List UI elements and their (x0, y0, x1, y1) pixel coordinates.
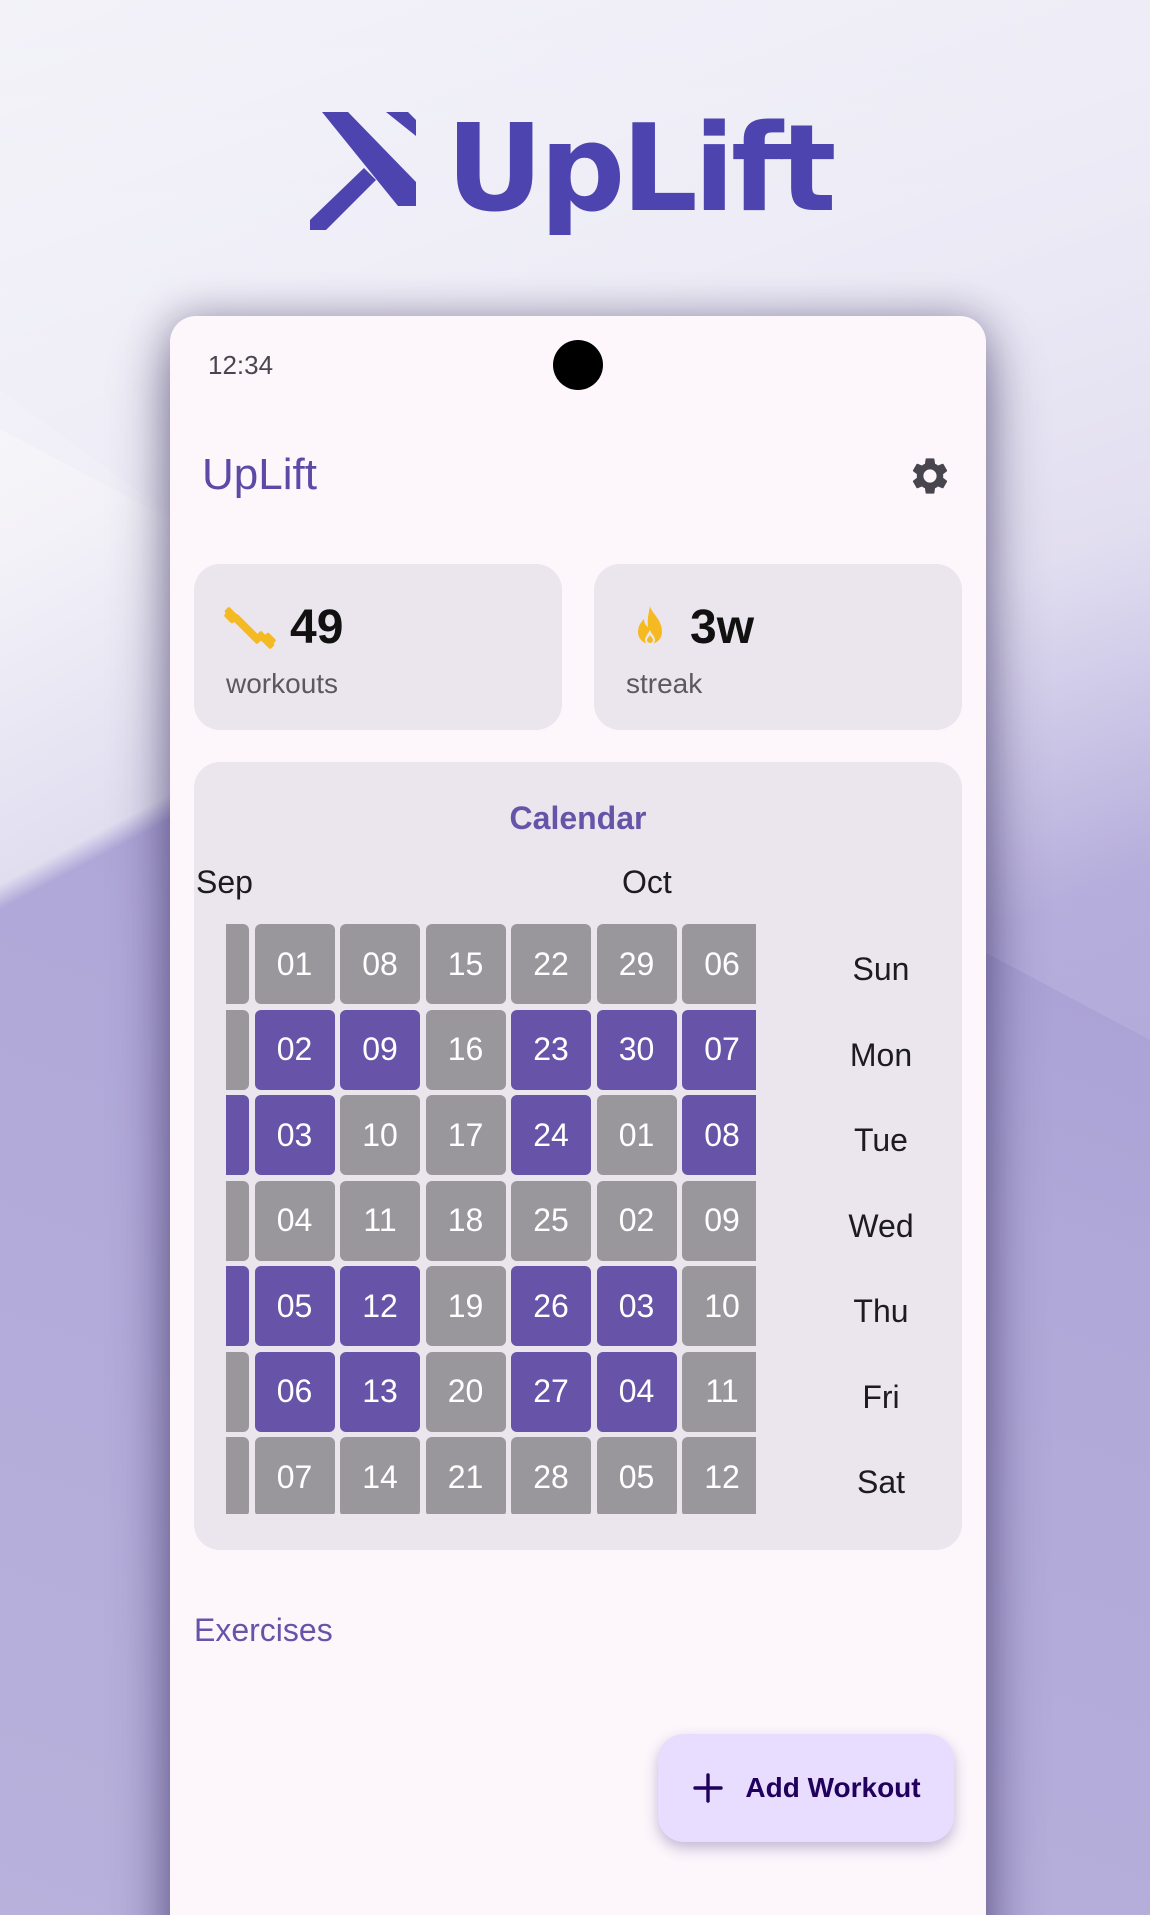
calendar-day-cell[interactable]: 03 (254, 1095, 335, 1175)
calendar-day-cell[interactable]: 02 (596, 1180, 677, 1261)
calendar-day-cell[interactable]: 20 (425, 1351, 506, 1432)
calendar-day-cell[interactable]: 16 (425, 1009, 506, 1090)
calendar-day-cell[interactable]: 06 (254, 1351, 335, 1432)
calendar-day-cell[interactable]: 23 (511, 1009, 591, 1090)
streak-stat-card: 3w streak (594, 564, 962, 730)
streak-value: 3w (690, 601, 755, 654)
calendar-day-cell[interactable]: 28 (226, 1180, 249, 1261)
calendar-day-cell[interactable]: 08 (340, 924, 420, 1004)
plus-icon (693, 1773, 724, 1803)
calendar-day-cell[interactable]: 21 (425, 1437, 506, 1514)
calendar-day-cell[interactable]: 02 (254, 1009, 335, 1090)
add-workout-button[interactable]: Add Workout (658, 1734, 954, 1842)
calendar-day-cell[interactable]: 12 (340, 1266, 420, 1346)
weekday-label: Mon (849, 1036, 913, 1073)
calendar-day-cell[interactable]: 26 (511, 1266, 591, 1346)
calendar-day-cell[interactable]: 04 (596, 1351, 677, 1432)
calendar-day-cell[interactable]: 09 (682, 1180, 756, 1261)
calendar-day-cell[interactable]: 25 (511, 1180, 591, 1261)
weekday-label: Sun (852, 951, 910, 987)
workouts-stat-card: 49 workouts (194, 564, 562, 730)
calendar-day-cell[interactable]: 07 (682, 1009, 756, 1090)
calendar-day-cell[interactable]: 25 (226, 924, 249, 1004)
calendar-day-cell[interactable]: 08 (682, 1095, 756, 1175)
streak-label: streak (626, 668, 703, 699)
workouts-count: 49 (290, 601, 344, 654)
calendar-day-cell[interactable]: 26 (226, 1009, 249, 1090)
brand-name: UpLift (446, 100, 837, 239)
calendar-day-cell[interactable]: 28 (511, 1437, 591, 1514)
gear-icon[interactable] (908, 454, 952, 498)
weekday-label: Wed (848, 1207, 914, 1244)
flame-icon (638, 606, 662, 645)
calendar-day-cell[interactable]: 24 (511, 1095, 591, 1175)
calendar-day-cell[interactable]: 31 (226, 1437, 249, 1514)
calendar-day-cell[interactable]: 27 (226, 1095, 249, 1175)
calendar-day-cell[interactable]: 10 (340, 1095, 420, 1175)
calendar-day-cell[interactable]: 18 (425, 1180, 506, 1261)
weekday-label: Thu (853, 1293, 909, 1329)
exercises-heading: Exercises (194, 1612, 333, 1648)
calendar-grid: 2526272829303101020304050607080910111213… (226, 924, 756, 1514)
calendar-day-cell[interactable]: 10 (682, 1266, 756, 1346)
calendar-day-cell[interactable]: 15 (425, 924, 506, 1004)
calendar-day-cell[interactable]: 30 (596, 1009, 677, 1090)
calendar-day-cell[interactable]: 17 (425, 1095, 506, 1175)
calendar-day-cell[interactable]: 01 (254, 924, 335, 1004)
calendar-day-cell[interactable]: 14 (340, 1437, 420, 1514)
calendar-day-cell[interactable]: 19 (425, 1266, 506, 1346)
app-title: UpLift (202, 450, 317, 499)
calendar-day-cell[interactable]: 03 (596, 1266, 677, 1346)
calendar-day-cell[interactable]: 29 (226, 1266, 249, 1346)
calendar-day-cell[interactable]: 13 (340, 1351, 420, 1432)
calendar-day-cell[interactable]: 22 (511, 924, 591, 1004)
uplift-logo-icon (310, 112, 416, 230)
month-label: Sep (196, 864, 253, 900)
month-label: Oct (622, 864, 672, 900)
calendar-card: Calendar Sep Oct 25262728293031010203040… (194, 762, 962, 1550)
calendar-day-cell[interactable]: 30 (226, 1351, 249, 1432)
dumbbell-icon (224, 607, 276, 649)
status-time: 12:34 (208, 350, 274, 380)
calendar-day-cell[interactable]: 09 (340, 1009, 420, 1090)
calendar-day-cell[interactable]: 29 (596, 924, 677, 1004)
calendar-day-cell[interactable]: 11 (682, 1351, 756, 1432)
calendar-title: Calendar (509, 800, 647, 836)
calendar-day-cell[interactable]: 05 (254, 1266, 335, 1346)
camera-cutout (553, 340, 603, 390)
calendar-day-cell[interactable]: 06 (682, 924, 756, 1004)
calendar-day-cell[interactable]: 11 (340, 1180, 420, 1261)
brand-header: UpLift (308, 100, 837, 239)
calendar-day-cell[interactable]: 07 (254, 1437, 335, 1514)
phone-screen: 12:34 UpLift 49 workouts 3w streak Calen… (170, 316, 986, 1915)
weekday-label: Tue (854, 1122, 908, 1158)
calendar-day-cell[interactable]: 04 (254, 1180, 335, 1261)
calendar-day-cell[interactable]: 01 (596, 1095, 677, 1175)
weekday-label: Sat (856, 1464, 906, 1500)
add-workout-label: Add Workout (745, 1772, 921, 1803)
calendar-day-cell[interactable]: 05 (596, 1437, 677, 1514)
workouts-label: workouts (226, 668, 339, 699)
calendar-day-cell[interactable]: 27 (511, 1351, 591, 1432)
weekday-label: Fri (862, 1378, 900, 1415)
calendar-day-cell[interactable]: 12 (682, 1437, 756, 1514)
